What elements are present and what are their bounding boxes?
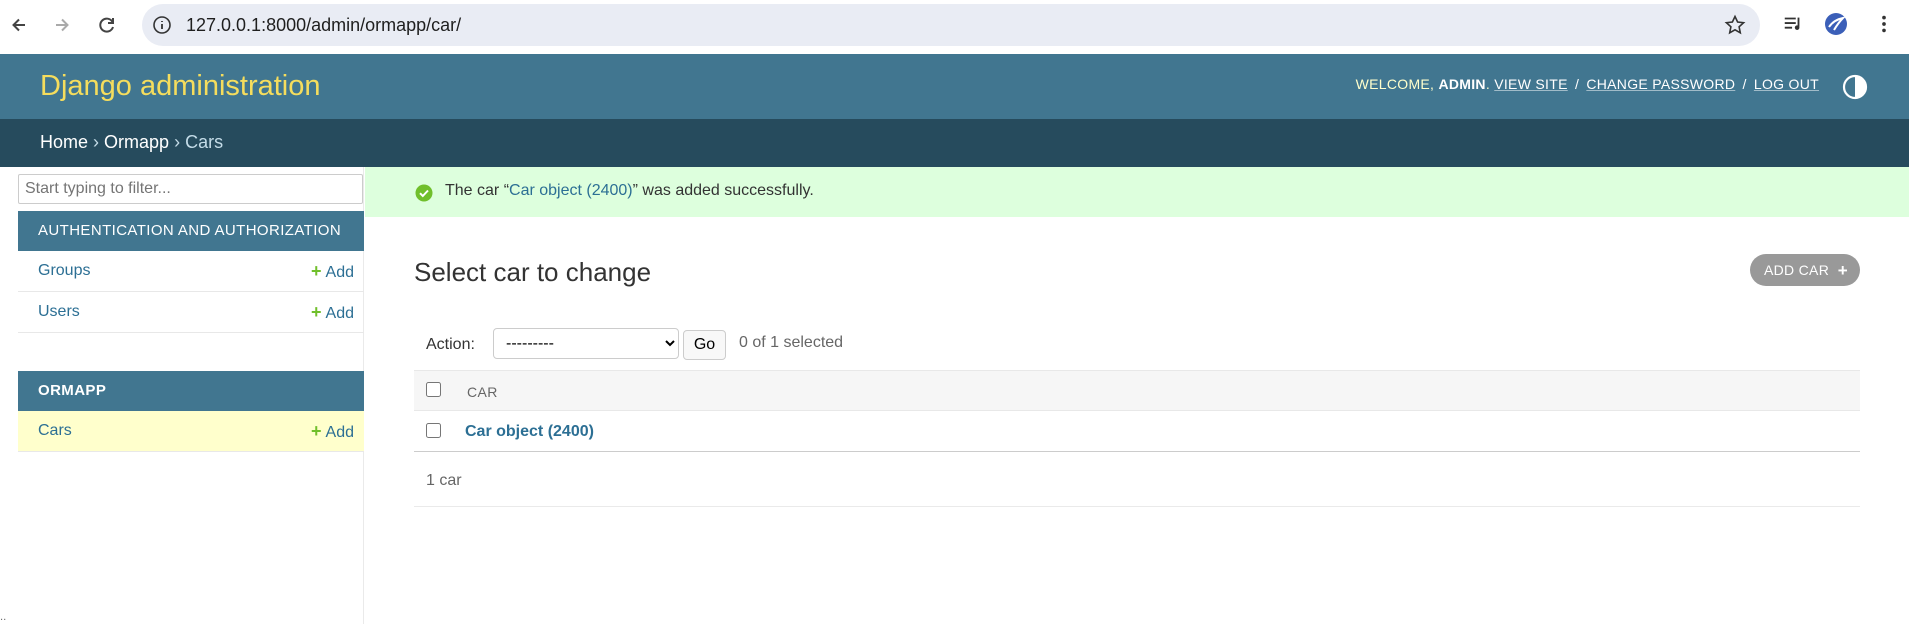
selection-counter: 0 of 1 selected	[739, 334, 844, 351]
model-link-groups[interactable]: Groups	[38, 262, 90, 280]
sidebar-item-cars[interactable]: Cars + Add	[18, 411, 364, 452]
message-object-link[interactable]: Car object (2400)	[509, 182, 633, 199]
plus-icon: +	[1837, 261, 1848, 280]
media-control-icon[interactable]	[1781, 12, 1805, 36]
message-suffix: ” was added successfully.	[632, 182, 814, 199]
bookmark-star-icon[interactable]	[1724, 14, 1746, 36]
username: ADMIN	[1438, 76, 1486, 92]
browser-menu-icon[interactable]	[1872, 12, 1896, 36]
message-prefix: The car “	[445, 182, 510, 199]
user-tools: WELCOME, ADMIN. VIEW SITE / CHANGE PASSW…	[1355, 76, 1819, 92]
breadcrumb: Home › Ormapp › Cars	[0, 119, 1909, 167]
breadcrumb-app[interactable]: Ormapp	[104, 132, 169, 152]
welcome-text: WELCOME,	[1355, 76, 1435, 92]
model-link-cars[interactable]: Cars	[38, 422, 72, 440]
nav-sidebar: AUTHENTICATION AND AUTHORIZATION Groups …	[0, 167, 364, 624]
go-button[interactable]: Go	[683, 330, 726, 360]
separator: /	[1574, 76, 1580, 92]
action-label: Action:	[426, 336, 475, 353]
profile-avatar-icon[interactable]	[1824, 12, 1848, 36]
url-text[interactable]: 127.0.0.1:8000/admin/ormapp/car/	[186, 15, 461, 36]
add-label: Add	[325, 424, 354, 441]
address-bar[interactable]: 127.0.0.1:8000/admin/ormapp/car/	[142, 4, 1760, 46]
add-groups-link[interactable]: + Add	[311, 261, 354, 282]
result-count: 1 car	[426, 472, 462, 489]
site-header: Django administration WELCOME, ADMIN. VI…	[0, 54, 1909, 119]
paginator: 1 car	[414, 452, 1860, 507]
back-icon[interactable]	[4, 10, 34, 40]
result-list: CAR Car object (2400) 1 car	[414, 370, 1860, 507]
reload-icon[interactable]	[92, 10, 122, 40]
app-module-ormapp: ORMAPP Cars + Add	[18, 371, 364, 452]
action-select[interactable]: ---------	[493, 328, 679, 359]
log-out-link[interactable]: LOG OUT	[1754, 76, 1819, 92]
site-info-icon[interactable]	[152, 15, 172, 35]
table-header: CAR	[414, 370, 1860, 411]
row-object-link[interactable]: Car object (2400)	[465, 423, 594, 441]
breadcrumb-separator: ›	[174, 132, 181, 152]
separator: /	[1742, 76, 1747, 92]
resize-handle: ..	[0, 612, 7, 623]
breadcrumb-separator: ›	[93, 132, 100, 152]
column-header-car[interactable]: CAR	[467, 384, 498, 400]
plus-icon: +	[311, 421, 322, 441]
change-password-link[interactable]: CHANGE PASSWORD	[1586, 76, 1735, 92]
app-module-auth: AUTHENTICATION AND AUTHORIZATION Groups …	[18, 211, 364, 333]
plus-icon: +	[311, 302, 322, 322]
row-checkbox[interactable]	[426, 423, 441, 438]
add-car-label: ADD CAR	[1764, 262, 1830, 278]
add-car-button[interactable]: ADD CAR +	[1750, 254, 1860, 286]
theme-toggle-icon[interactable]	[1841, 73, 1869, 101]
add-label: Add	[325, 305, 354, 322]
breadcrumb-current: Cars	[185, 132, 224, 152]
browser-toolbar: 127.0.0.1:8000/admin/ormapp/car/	[0, 0, 1909, 54]
sidebar-item-users[interactable]: Users + Add	[18, 292, 364, 333]
plus-icon: +	[311, 261, 322, 281]
add-label: Add	[325, 264, 354, 281]
app-caption-auth[interactable]: AUTHENTICATION AND AUTHORIZATION	[18, 211, 364, 251]
table-row: Car object (2400)	[414, 411, 1860, 452]
add-users-link[interactable]: + Add	[311, 302, 354, 323]
actions-bar: Action: --------- Go 0 of 1 selected	[414, 326, 1860, 371]
page-title: Select car to change	[414, 257, 652, 287]
add-cars-link[interactable]: + Add	[311, 421, 354, 442]
model-link-users[interactable]: Users	[38, 303, 80, 321]
breadcrumb-home[interactable]: Home	[40, 132, 88, 152]
select-all-checkbox[interactable]	[426, 382, 441, 397]
app-caption-ormapp[interactable]: ORMAPP	[18, 371, 364, 411]
view-site-link[interactable]: VIEW SITE	[1494, 76, 1568, 92]
success-message: The car “Car object (2400)” was added su…	[365, 167, 1909, 217]
site-branding[interactable]: Django administration	[40, 70, 320, 103]
sidebar-filter-input[interactable]	[18, 174, 363, 204]
success-check-icon	[415, 184, 433, 202]
sidebar-item-groups[interactable]: Groups + Add	[18, 251, 364, 292]
forward-icon[interactable]	[47, 10, 77, 40]
